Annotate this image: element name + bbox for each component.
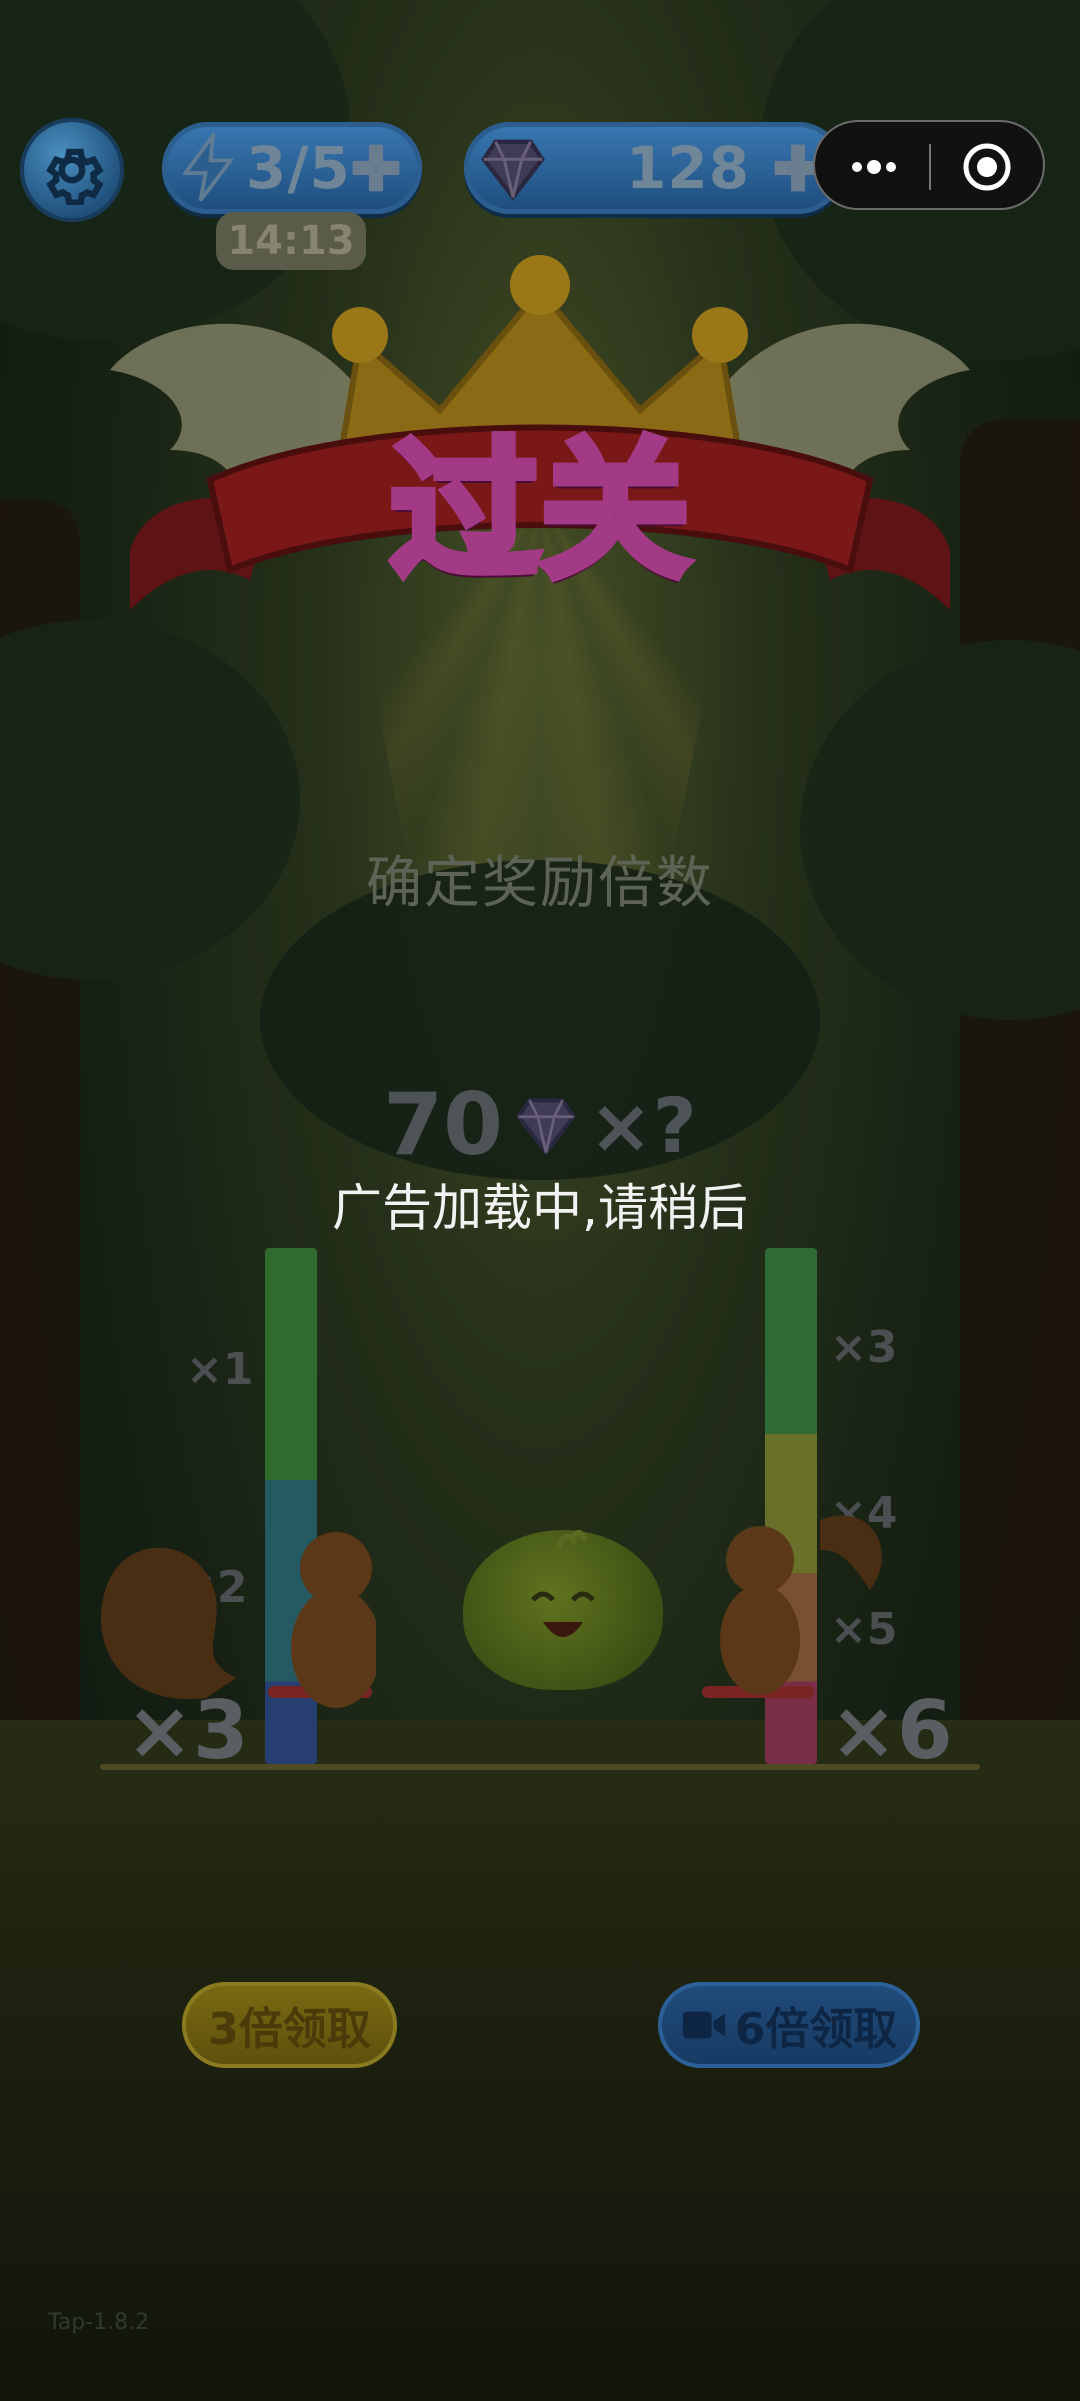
gem-icon bbox=[481, 139, 545, 201]
right-meter-label-x3: ×3 bbox=[830, 1322, 898, 1373]
miniprogram-capsule bbox=[813, 120, 1045, 210]
claim-6x-button[interactable]: 6倍领取 bbox=[658, 1982, 920, 2068]
video-camera-icon bbox=[682, 2011, 725, 2039]
energy-value: 3/5 bbox=[246, 134, 351, 202]
green-mascot bbox=[463, 1530, 663, 1690]
reward-base-amount: 70 bbox=[383, 1075, 503, 1175]
squirrel-right bbox=[720, 1515, 882, 1695]
energy-counter: 3/5 bbox=[162, 122, 422, 214]
gear-icon bbox=[46, 148, 104, 205]
more-dots-icon[interactable] bbox=[847, 147, 901, 187]
meter-baseline bbox=[100, 1764, 980, 1770]
ad-loading-message: 广告加载中,请稍后 bbox=[332, 1179, 748, 1237]
left-meter-label-x1: ×1 bbox=[186, 1344, 254, 1395]
capsule-divider bbox=[929, 144, 931, 190]
version-label: Tap-1.8.2 bbox=[48, 2310, 150, 2335]
mascot-face bbox=[531, 1530, 595, 1637]
reward-amount-row: 70 ×? bbox=[0, 1075, 1080, 1175]
claim-6x-label: 6倍领取 bbox=[734, 2004, 898, 2055]
gem-value: 128 bbox=[626, 134, 751, 202]
squirrel-left bbox=[100, 1532, 376, 1708]
claim-3x-label: 3倍领取 bbox=[208, 2004, 371, 2055]
add-energy-button[interactable] bbox=[348, 140, 404, 196]
target-circle-icon[interactable] bbox=[961, 141, 1013, 193]
gem-icon bbox=[515, 1098, 576, 1156]
level-complete-banner: 过关 bbox=[110, 250, 970, 680]
lightning-icon bbox=[181, 133, 235, 202]
settings-button[interactable] bbox=[20, 118, 124, 222]
level-complete-title: 过关 bbox=[386, 419, 694, 603]
gem-counter: 128 bbox=[464, 122, 844, 214]
reward-subtitle: 确定奖励倍数 bbox=[366, 851, 714, 916]
reward-multiplier: ×? bbox=[588, 1080, 697, 1170]
claim-3x-button[interactable]: 3倍领取 bbox=[182, 1982, 397, 2068]
